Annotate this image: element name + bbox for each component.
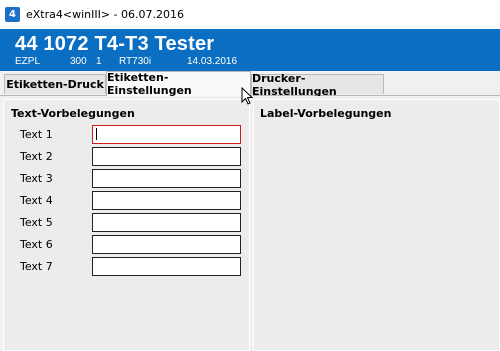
text-7-input[interactable] [92,257,241,276]
label-presets-title: Label-Vorbelegungen [260,107,392,120]
window-title: eXtra4<winIII> - 06.07.2016 [26,8,185,21]
text-presets-title: Text-Vorbelegungen [11,107,135,120]
tab-etiketten-druck[interactable]: Etiketten-Druck [4,74,106,94]
label-presets-panel: Label-Vorbelegungen [253,99,500,351]
text-4-label: Text 4 [20,194,53,207]
text-4-input[interactable] [92,191,241,210]
text-5-label: Text 5 [20,216,53,229]
tab-drucker-einstellungen[interactable]: Drucker-Einstellungen [251,72,384,98]
text-3-input[interactable] [92,169,241,188]
text-3-label: Text 3 [20,172,53,185]
printer-language: EZPL [15,56,41,67]
tab-etiketten-einstellungen[interactable]: Etiketten-Einstellungen [106,71,251,97]
text-1-input[interactable] [92,125,241,144]
mouse-pointer-icon [241,86,255,111]
app-logo-icon[interactable]: 4 [5,7,20,22]
text-7-label: Text 7 [20,260,53,273]
text-6-label: Text 6 [20,238,53,251]
printer-model: RT730i [119,56,152,67]
text-2-input[interactable] [92,147,241,166]
title-bar: 4 eXtra4<winIII> - 06.07.2016 [0,0,500,29]
text-1-label: Text 1 [20,128,53,141]
item-header: 44 1072 T4-T3 Tester EZPL 300 1 RT730i 1… [0,29,500,71]
tab-content: Text-Vorbelegungen Text 1 Text 2 Text 3 … [0,96,500,351]
item-date: 14.03.2016 [187,56,238,67]
text-2-label: Text 2 [20,150,53,163]
text-6-input[interactable] [92,235,241,254]
printer-count: 1 [96,56,102,67]
printer-resolution: 300 [70,56,87,67]
item-title: 44 1072 T4-T3 Tester [15,33,215,55]
text-5-input[interactable] [92,213,241,232]
text-cursor [96,128,97,140]
text-presets-panel: Text-Vorbelegungen Text 1 Text 2 Text 3 … [3,99,250,351]
